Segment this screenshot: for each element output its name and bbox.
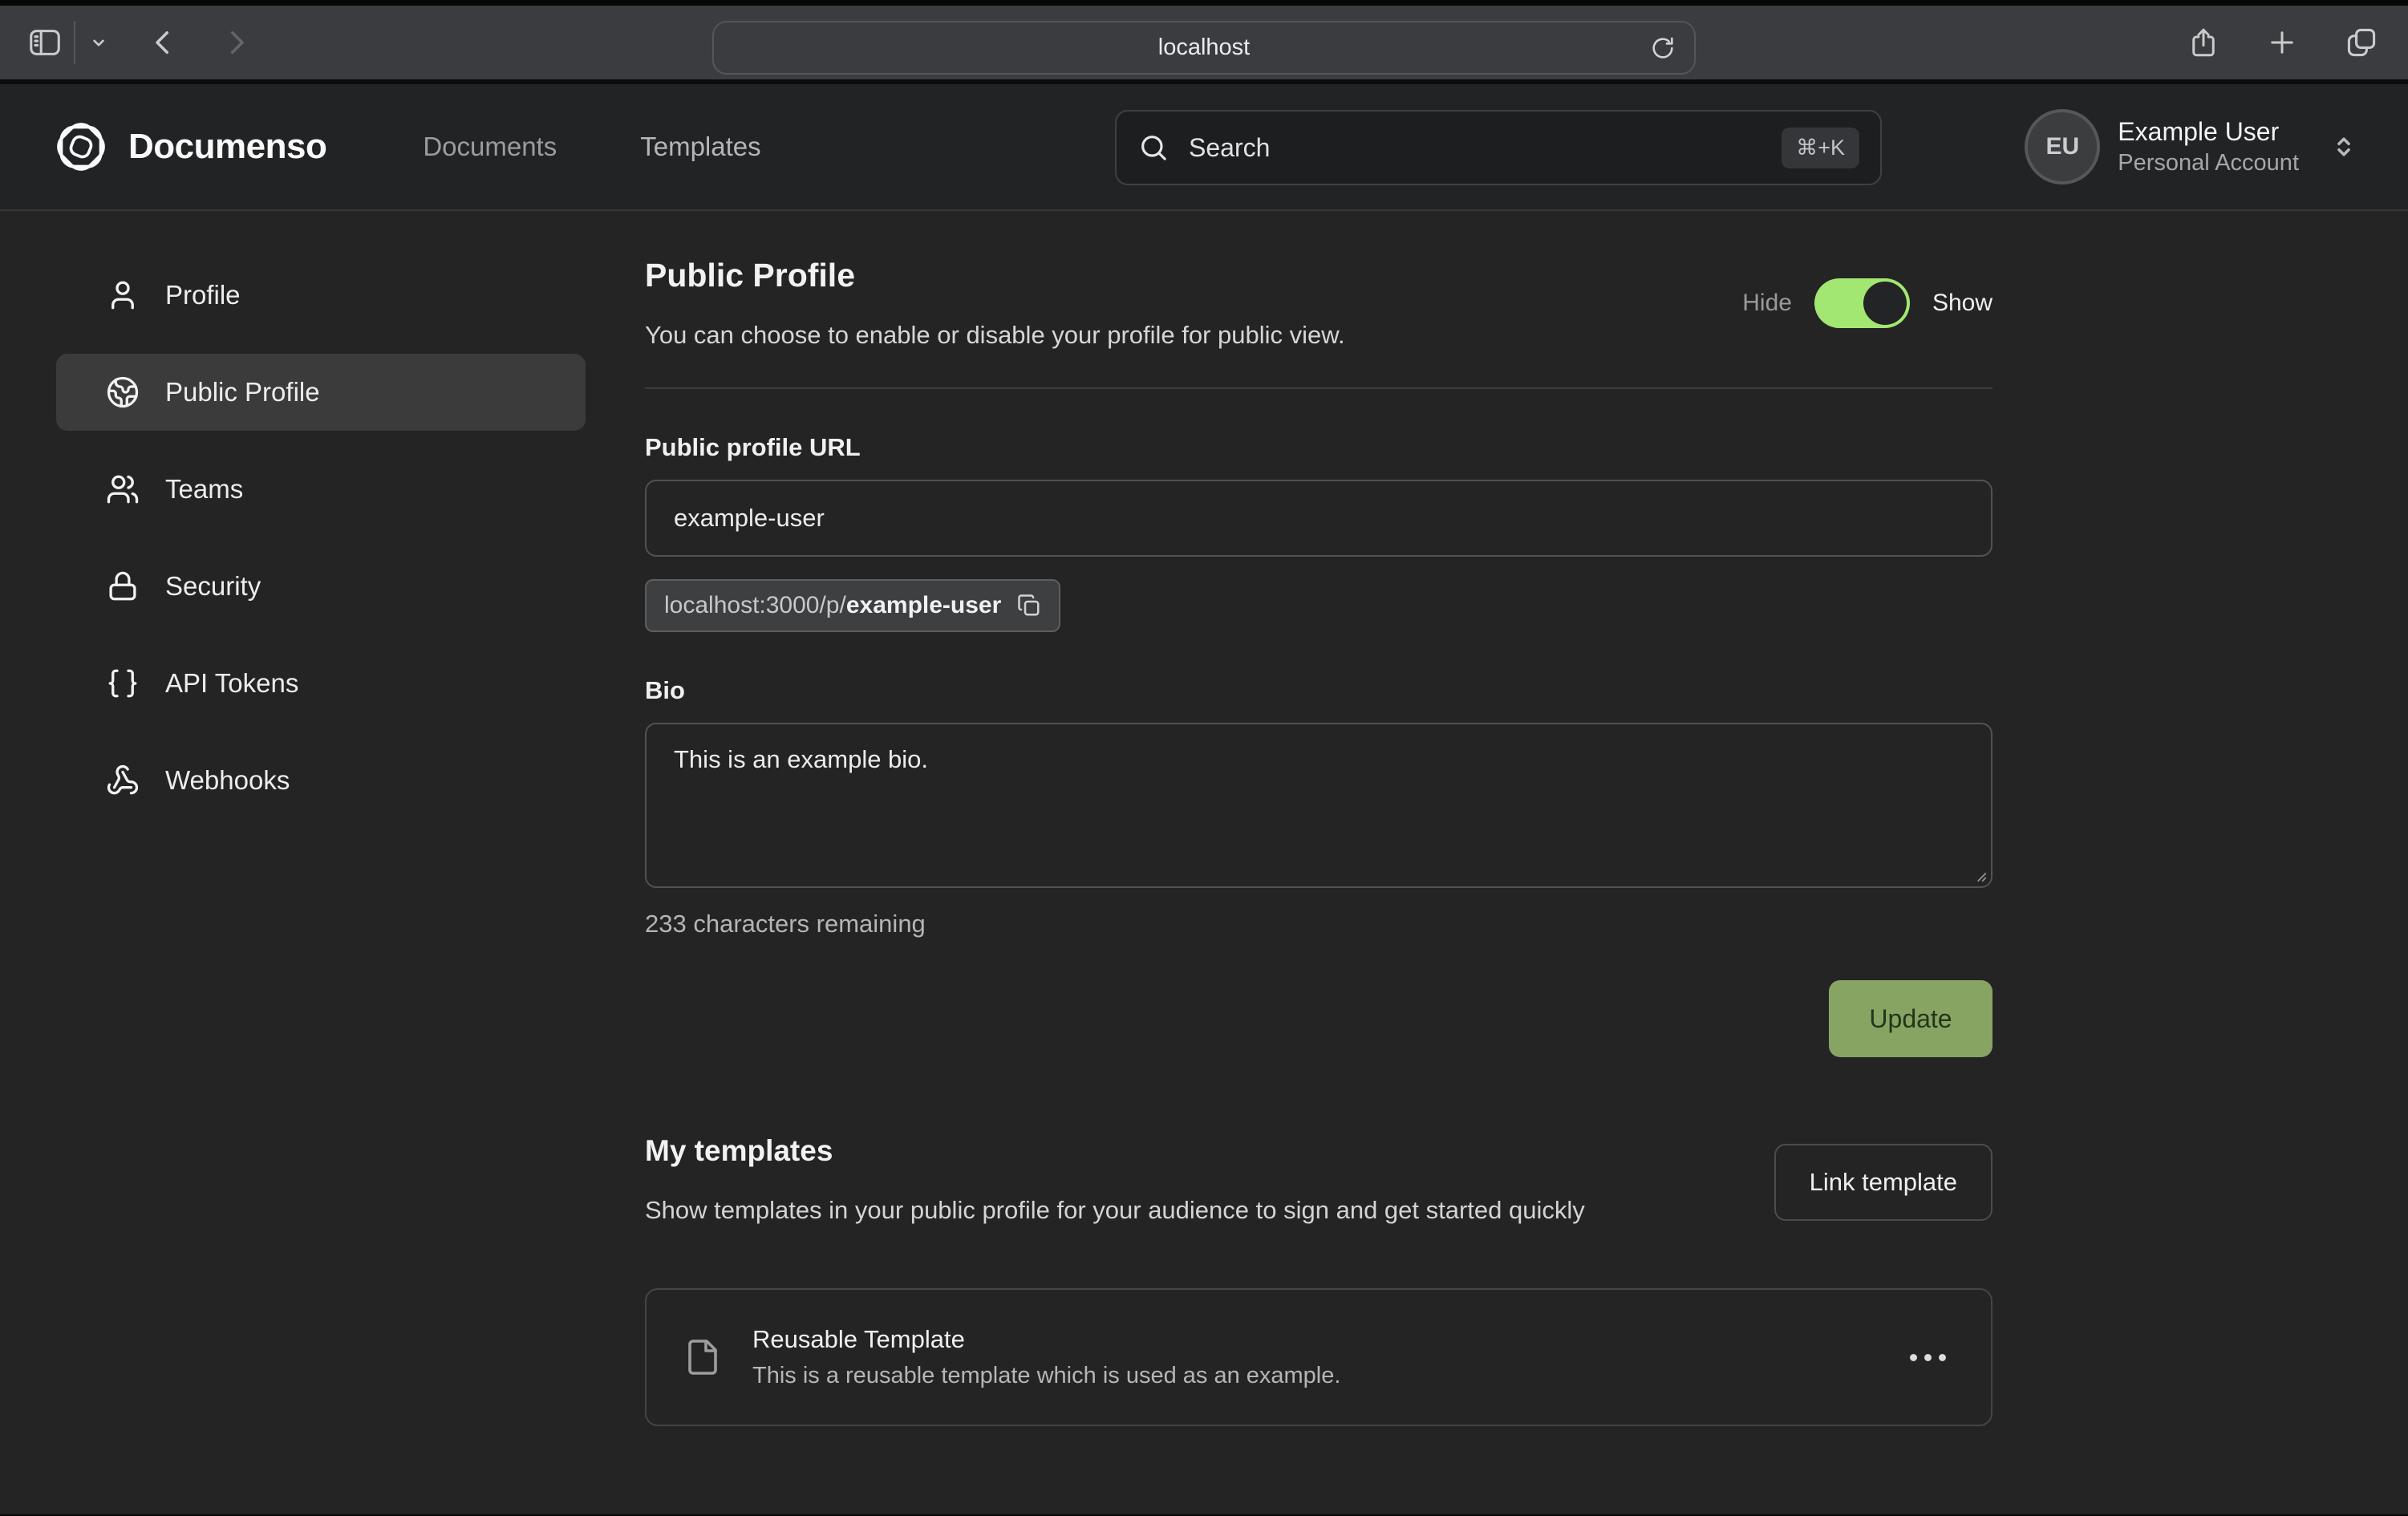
profile-visibility-toggle-group: Hide Show xyxy=(1742,278,1992,328)
copy-profile-url-button[interactable]: localhost:3000/p/example-user xyxy=(645,579,1060,632)
template-actions-menu[interactable] xyxy=(1902,1346,1954,1369)
nav-templates[interactable]: Templates xyxy=(640,132,760,162)
new-tab-icon[interactable] xyxy=(2265,26,2299,59)
sidebar-item-label: Security xyxy=(165,571,261,602)
forward-icon[interactable] xyxy=(220,26,253,59)
page-description: You can choose to enable or disable your… xyxy=(645,321,1345,350)
search-icon xyxy=(1137,132,1170,164)
search-box[interactable]: ⌘+K xyxy=(1115,110,1882,185)
brand-logo[interactable]: Documenso xyxy=(51,117,326,176)
content-area: Profile Public Profile Teams Security AP… xyxy=(0,211,2408,1514)
sidebar-item-api-tokens[interactable]: API Tokens xyxy=(56,645,586,722)
sidebar-item-label: Profile xyxy=(165,280,241,310)
toggle-knob xyxy=(1863,282,1907,325)
my-templates-description: Show templates in your public profile fo… xyxy=(645,1190,1585,1230)
sidebar-item-webhooks[interactable]: Webhooks xyxy=(56,742,586,819)
link-template-button[interactable]: Link template xyxy=(1774,1144,1992,1221)
app-header: Documenso Documents Templates ⌘+K EU Exa… xyxy=(0,84,2408,211)
user-menu[interactable]: EU Example User Personal Account xyxy=(2025,84,2358,209)
template-card: Reusable Template This is a reusable tem… xyxy=(645,1288,1992,1426)
sidebar-item-teams[interactable]: Teams xyxy=(56,451,586,528)
public-profile-url-input[interactable] xyxy=(645,480,1992,557)
sidebar-item-label: Public Profile xyxy=(165,377,320,407)
file-icon xyxy=(683,1334,722,1380)
sidebar-item-security[interactable]: Security xyxy=(56,548,586,625)
url-text: localhost xyxy=(1158,34,1250,61)
chrome-dropdown-chevron-icon[interactable] xyxy=(88,32,109,53)
page-title: Public Profile xyxy=(645,257,1345,294)
sidebar-toggle-icon[interactable] xyxy=(24,24,66,61)
my-templates-title: My templates xyxy=(645,1134,1585,1168)
profile-visibility-toggle[interactable] xyxy=(1814,278,1910,328)
toggle-show-label: Show xyxy=(1932,290,1992,317)
brand-name: Documenso xyxy=(128,127,326,167)
search-input[interactable] xyxy=(1189,133,1782,163)
main-nav: Documents Templates xyxy=(423,132,760,162)
bio-char-count: 233 characters remaining xyxy=(645,910,1992,938)
documenso-logo-icon xyxy=(51,117,111,176)
lock-icon xyxy=(106,570,140,603)
public-profile-settings: Public Profile You can choose to enable … xyxy=(645,257,1992,1426)
resize-handle[interactable] xyxy=(1970,865,1988,883)
template-description: This is a reusable template which is use… xyxy=(752,1363,1340,1389)
sidebar-item-label: API Tokens xyxy=(165,668,298,699)
globe-icon xyxy=(106,375,140,409)
avatar: EU xyxy=(2025,109,2100,184)
sidebar-item-public-profile[interactable]: Public Profile xyxy=(56,354,586,431)
webhook-icon xyxy=(106,764,140,797)
braces-icon xyxy=(106,667,140,700)
url-bar[interactable]: localhost xyxy=(712,21,1696,75)
tab-overview-icon[interactable] xyxy=(2344,25,2379,60)
profile-url-slug: example-user xyxy=(846,592,1001,618)
url-field-label: Public profile URL xyxy=(645,433,1992,462)
chrome-divider xyxy=(74,21,75,64)
update-button[interactable]: Update xyxy=(1829,980,1992,1057)
user-icon xyxy=(106,278,140,312)
user-account-type: Personal Account xyxy=(2118,150,2299,176)
sidebar-item-label: Webhooks xyxy=(165,765,290,796)
back-icon[interactable] xyxy=(146,26,180,59)
user-name: Example User xyxy=(2118,117,2299,147)
sidebar-item-label: Teams xyxy=(165,474,243,505)
users-icon xyxy=(106,472,140,506)
share-icon[interactable] xyxy=(2187,24,2220,61)
toggle-hide-label: Hide xyxy=(1742,290,1792,317)
chevrons-up-down-icon xyxy=(2329,132,2358,161)
nav-documents[interactable]: Documents xyxy=(423,132,557,162)
reload-icon[interactable] xyxy=(1649,34,1676,62)
settings-sidebar: Profile Public Profile Teams Security AP… xyxy=(56,257,586,839)
bio-textarea[interactable]: This is an example bio. xyxy=(645,723,1992,888)
copy-icon xyxy=(1017,594,1041,618)
profile-url-prefix: localhost:3000/p/ xyxy=(664,592,846,618)
search-shortcut-badge: ⌘+K xyxy=(1782,128,1859,168)
browser-chrome: localhost xyxy=(0,0,2408,84)
template-title: Reusable Template xyxy=(752,1325,1340,1354)
sidebar-item-profile[interactable]: Profile xyxy=(56,257,586,334)
bio-field-label: Bio xyxy=(645,676,1992,705)
section-divider xyxy=(645,387,1992,389)
